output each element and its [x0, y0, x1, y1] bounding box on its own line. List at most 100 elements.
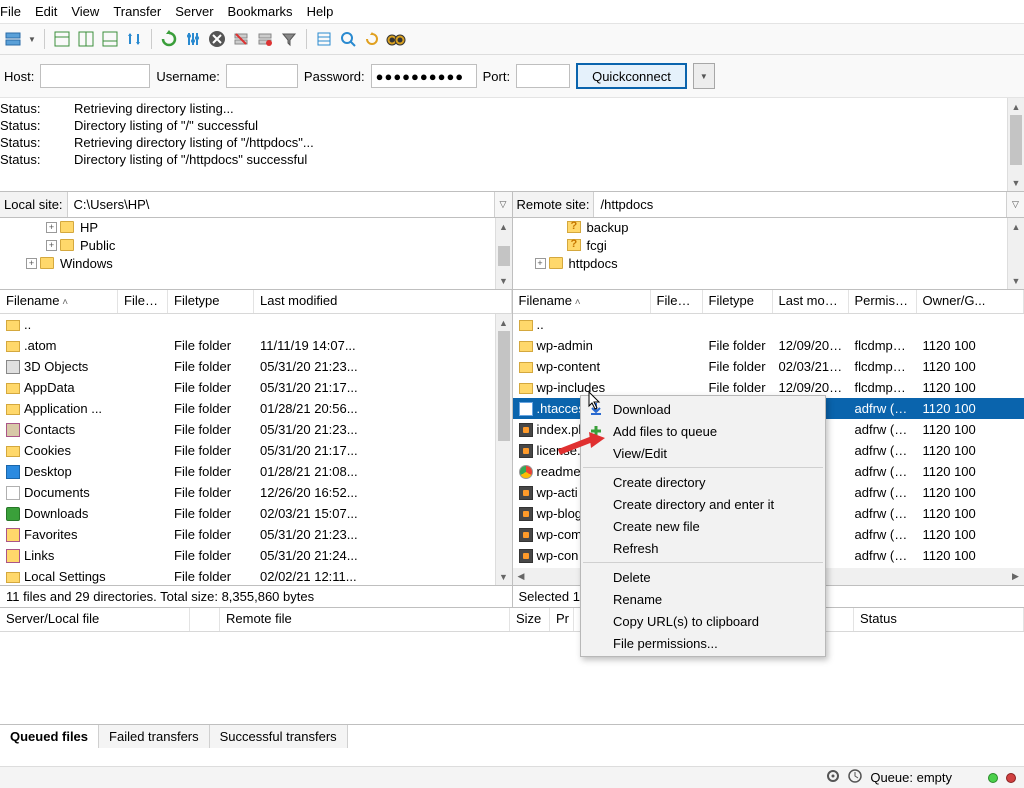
local-site-input[interactable]	[68, 192, 494, 217]
list-item[interactable]: .atomFile folder11/11/19 14:07...	[0, 335, 512, 356]
context-item-download[interactable]: Download	[581, 398, 825, 420]
local-list-header[interactable]: Filename Filesize Filetype Last modified	[0, 290, 512, 314]
tree-node[interactable]: backup	[513, 218, 1024, 236]
local-list[interactable]: Filename Filesize Filetype Last modified…	[0, 290, 513, 585]
tree-node[interactable]: +HP	[0, 218, 512, 236]
tab-successful[interactable]: Successful transfers	[210, 725, 348, 748]
tree-expand-icon[interactable]: +	[46, 222, 57, 233]
menu-server[interactable]: Server	[175, 4, 213, 19]
context-menu[interactable]: DownloadAdd files to queueView/Edit Creat…	[580, 395, 826, 657]
tab-queued[interactable]: Queued files	[0, 725, 99, 748]
col-priority[interactable]: Pr	[550, 608, 574, 631]
col-direction[interactable]	[190, 608, 220, 631]
toolbar-refresh2-icon[interactable]	[361, 28, 383, 50]
menu-help[interactable]: Help	[307, 4, 334, 19]
toolbar-list-icon[interactable]	[313, 28, 335, 50]
toolbar-panel3-icon[interactable]	[99, 28, 121, 50]
scrollbar[interactable]: ▲▼	[1007, 218, 1024, 289]
password-input[interactable]	[371, 64, 477, 88]
remote-site-input[interactable]	[594, 192, 1006, 217]
list-item[interactable]: DesktopFile folder01/28/21 21:08...	[0, 461, 512, 482]
col-status[interactable]: Status	[854, 608, 1024, 631]
list-item[interactable]: wp-adminFile folder12/09/20 1...flcdmpe …	[513, 335, 1024, 356]
local-tree[interactable]: +HP+Public+Windows▲▼	[0, 218, 513, 289]
toolbar-filter-icon[interactable]	[278, 28, 300, 50]
toolbar-settings-icon[interactable]	[182, 28, 204, 50]
list-item[interactable]: ContactsFile folder05/31/20 21:23...	[0, 419, 512, 440]
remote-tree[interactable]: backupfcgi+httpdocs▲▼	[513, 218, 1024, 289]
tree-node[interactable]: +Public	[0, 236, 512, 254]
toolbar-disconnect-icon[interactable]	[230, 28, 252, 50]
scrollbar[interactable]: ▲▼	[1007, 98, 1024, 191]
context-item-rename[interactable]: Rename	[581, 588, 825, 610]
col-modified[interactable]: Last modifi...	[773, 290, 849, 313]
toolbar-dd-icon[interactable]: ▼	[26, 28, 38, 50]
col-size[interactable]: Size	[510, 608, 550, 631]
context-item-view-edit[interactable]: View/Edit	[581, 442, 825, 464]
toolbar-sync-icon[interactable]	[123, 28, 145, 50]
toolbar-refresh-icon[interactable]	[158, 28, 180, 50]
list-item[interactable]: DownloadsFile folder02/03/21 15:07...	[0, 503, 512, 524]
tree-expand-icon[interactable]: +	[46, 240, 57, 251]
transfer-body[interactable]	[0, 632, 1024, 724]
local-site-dropdown[interactable]: ▽	[494, 192, 512, 217]
menu-transfer[interactable]: Transfer	[113, 4, 161, 19]
col-server-local[interactable]: Server/Local file	[0, 608, 190, 631]
list-item[interactable]: ..	[0, 314, 512, 335]
context-item-create-directory[interactable]: Create directory	[581, 471, 825, 493]
context-item-create-new-file[interactable]: Create new file	[581, 515, 825, 537]
list-item[interactable]: wp-contentFile folder02/03/21 1...flcdmp…	[513, 356, 1024, 377]
list-item[interactable]: DocumentsFile folder12/26/20 16:52...	[0, 482, 512, 503]
context-item-file-permissions-[interactable]: File permissions...	[581, 632, 825, 654]
menu-bookmarks[interactable]: Bookmarks	[228, 4, 293, 19]
col-filesize[interactable]: Filesize	[651, 290, 703, 313]
context-item-refresh[interactable]: Refresh	[581, 537, 825, 559]
list-item[interactable]: LinksFile folder05/31/20 21:24...	[0, 545, 512, 566]
tree-node[interactable]: fcgi	[513, 236, 1024, 254]
col-filename[interactable]: Filename	[0, 290, 118, 313]
host-input[interactable]	[40, 64, 150, 88]
transfer-tabs[interactable]: Queued files Failed transfers Successful…	[0, 724, 1024, 748]
toolbar-panel2-icon[interactable]	[75, 28, 97, 50]
toolbar-server-icon[interactable]	[2, 28, 24, 50]
tree-node[interactable]: +Windows	[0, 254, 512, 272]
quickconnect-button[interactable]: Quickconnect	[576, 63, 687, 89]
transfer-header[interactable]: Server/Local file Remote file Size Pr St…	[0, 608, 1024, 632]
context-item-copy-url-s-to-clipboard[interactable]: Copy URL(s) to clipboard	[581, 610, 825, 632]
toolbar-binoculars-icon[interactable]	[385, 28, 407, 50]
scrollbar[interactable]: ▲▼	[495, 218, 512, 289]
tree-expand-icon[interactable]: +	[26, 258, 37, 269]
col-permissions[interactable]: Permissi...	[849, 290, 917, 313]
toolbar-search-icon[interactable]	[337, 28, 359, 50]
tab-failed[interactable]: Failed transfers	[99, 725, 210, 748]
list-item[interactable]: ..	[513, 314, 1024, 335]
list-item[interactable]: Application ...File folder01/28/21 20:56…	[0, 398, 512, 419]
context-item-add-files-to-queue[interactable]: Add files to queue	[581, 420, 825, 442]
toolbar-panel1-icon[interactable]	[51, 28, 73, 50]
quickconnect-dropdown[interactable]: ▼	[693, 63, 715, 89]
col-modified[interactable]: Last modified	[254, 290, 512, 313]
list-item[interactable]: 3D ObjectsFile folder05/31/20 21:23...	[0, 356, 512, 377]
menu-edit[interactable]: Edit	[35, 4, 57, 19]
list-item[interactable]: CookiesFile folder05/31/20 21:17...	[0, 440, 512, 461]
username-input[interactable]	[226, 64, 298, 88]
col-filetype[interactable]: Filetype	[703, 290, 773, 313]
list-item[interactable]: FavoritesFile folder05/31/20 21:23...	[0, 524, 512, 545]
col-filetype[interactable]: Filetype	[168, 290, 254, 313]
col-filename[interactable]: Filename	[513, 290, 651, 313]
menu-file[interactable]: File	[0, 4, 21, 19]
port-input[interactable]	[516, 64, 570, 88]
context-item-create-directory-and-enter-it[interactable]: Create directory and enter it	[581, 493, 825, 515]
tree-node[interactable]: +httpdocs	[513, 254, 1024, 272]
list-item[interactable]: AppDataFile folder05/31/20 21:17...	[0, 377, 512, 398]
toolbar-reconnect-icon[interactable]	[254, 28, 276, 50]
col-remote-file[interactable]: Remote file	[220, 608, 510, 631]
remote-list-header[interactable]: Filename Filesize Filetype Last modifi..…	[513, 290, 1024, 314]
scrollbar[interactable]: ▲▼	[495, 314, 512, 585]
col-owner[interactable]: Owner/G...	[917, 290, 1024, 313]
col-filesize[interactable]: Filesize	[118, 290, 168, 313]
remote-site-dropdown[interactable]: ▽	[1006, 192, 1024, 217]
tree-expand-icon[interactable]: +	[535, 258, 546, 269]
list-item[interactable]: Local SettingsFile folder02/02/21 12:11.…	[0, 566, 512, 585]
menu-view[interactable]: View	[71, 4, 99, 19]
